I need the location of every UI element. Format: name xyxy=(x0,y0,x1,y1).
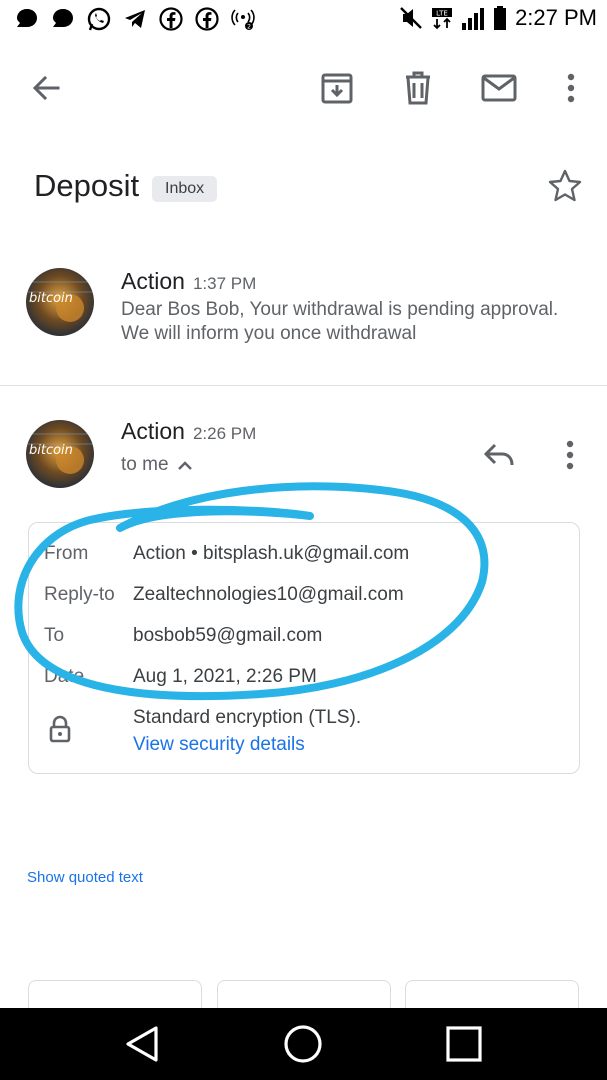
avatar-text: bitcoin xyxy=(29,443,73,458)
facebook-icon xyxy=(195,7,219,31)
status-bar: 2 LTE 2:27 PM xyxy=(0,0,607,40)
telegram-icon xyxy=(125,10,145,28)
arrow-back-icon xyxy=(32,75,60,101)
expanded-message-header: bitcoin Action 2:26 PM to me xyxy=(0,412,607,512)
collapsed-message[interactable]: bitcoin Action 1:37 PM Dear Bos Bob, Your… xyxy=(0,262,607,382)
divider xyxy=(0,385,607,386)
avatar[interactable]: bitcoin xyxy=(26,268,94,336)
from-value[interactable]: Action • bitsplash.uk@gmail.com xyxy=(133,543,409,565)
more-vert-icon xyxy=(566,440,574,470)
nav-recents-button[interactable] xyxy=(424,1008,504,1080)
date-label: Date xyxy=(44,666,85,687)
circle-home-icon xyxy=(284,1025,322,1063)
mark-unread-button[interactable] xyxy=(473,52,525,124)
chat-bubble-icon xyxy=(53,9,73,27)
message-sender: Action 2:26 PM xyxy=(121,418,256,445)
sender-name: Action xyxy=(121,268,185,294)
svg-text:LTE: LTE xyxy=(436,10,448,18)
svg-text:2: 2 xyxy=(247,24,251,31)
more-vert-icon xyxy=(567,73,575,103)
mail-icon xyxy=(481,74,517,102)
replyto-value[interactable]: Zealtechnologies10@gmail.com xyxy=(133,584,404,606)
to-label: To xyxy=(44,625,65,646)
archive-icon xyxy=(321,73,353,104)
back-button[interactable] xyxy=(20,52,72,124)
signal-icon xyxy=(462,8,485,30)
show-quoted-text-link[interactable]: Show quoted text xyxy=(27,869,143,886)
lock-icon xyxy=(49,715,71,743)
more-options-button[interactable] xyxy=(545,52,597,124)
chat-bubble-icon xyxy=(17,9,37,27)
nav-back-button[interactable] xyxy=(102,1008,182,1080)
delete-button[interactable] xyxy=(392,52,444,124)
trash-icon xyxy=(406,71,430,105)
sender-name: Action xyxy=(121,418,185,444)
date-value: Aug 1, 2021, 2:26 PM xyxy=(133,666,317,687)
facebook-icon xyxy=(159,7,183,31)
archive-button[interactable] xyxy=(311,52,363,124)
hotspot-icon: 2 xyxy=(231,9,255,31)
whatsapp-icon xyxy=(87,7,111,31)
reply-actions xyxy=(0,980,607,1020)
encryption-info: Standard encryption (TLS). xyxy=(133,707,362,728)
triangle-back-icon xyxy=(126,1026,158,1062)
message-snippet: Dear Bos Bob, Your withdrawal is pending… xyxy=(121,299,559,344)
star-icon[interactable] xyxy=(547,168,583,204)
email-subject: Deposit xyxy=(34,168,140,203)
lte-icon: LTE xyxy=(432,8,453,30)
battery-icon xyxy=(494,6,507,30)
notification-icons: 2 xyxy=(14,6,256,32)
message-sender: Action 1:37 PM xyxy=(121,268,256,295)
subject-row: Deposit Inbox xyxy=(0,160,607,216)
avatar[interactable]: bitcoin xyxy=(26,420,94,488)
recipient-summary: to me xyxy=(121,454,169,475)
android-nav-bar xyxy=(0,1008,607,1080)
to-value[interactable]: bosbob59@gmail.com xyxy=(133,625,322,647)
chevron-up-icon xyxy=(177,461,192,470)
from-label: From xyxy=(44,543,89,564)
mute-icon xyxy=(400,7,422,29)
message-time: 2:26 PM xyxy=(192,424,257,443)
message-more-button[interactable] xyxy=(548,432,592,478)
avatar-text: bitcoin xyxy=(29,291,73,306)
replyto-label: Reply-to xyxy=(44,584,115,605)
recipient-toggle[interactable]: to me xyxy=(121,454,193,476)
nav-home-button[interactable] xyxy=(263,1008,343,1080)
reply-button[interactable] xyxy=(476,432,522,478)
message-time: 1:37 PM xyxy=(192,274,257,293)
email-toolbar xyxy=(0,52,607,124)
clock: 2:27 PM xyxy=(515,5,597,30)
reply-icon xyxy=(483,443,514,466)
system-status: LTE 2:27 PM xyxy=(399,5,597,31)
message-details: From Action • bitsplash.uk@gmail.com Rep… xyxy=(28,522,580,774)
inbox-label[interactable]: Inbox xyxy=(152,176,218,202)
view-security-details-link[interactable]: View security details xyxy=(133,734,305,756)
square-recents-icon xyxy=(446,1026,482,1062)
